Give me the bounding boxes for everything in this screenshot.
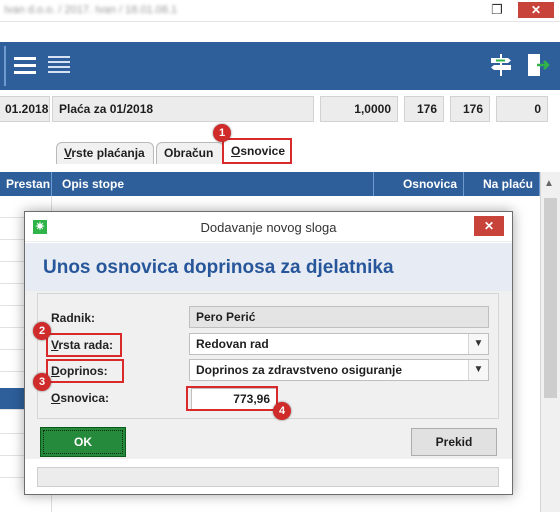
dialog-status-bar xyxy=(37,467,499,487)
main-toolbar xyxy=(0,42,560,90)
osnovica-hotkey: O xyxy=(51,391,61,405)
ok-button[interactable]: OK xyxy=(40,427,126,457)
scroll-up-icon[interactable]: ▲ xyxy=(544,178,554,189)
callout-3: 3 xyxy=(33,373,51,391)
tab-vrste-placanja[interactable]: Vrste plaćanja xyxy=(56,142,154,164)
column-header-na-placu[interactable]: Na plaću xyxy=(464,172,540,196)
tab-obracun[interactable]: Obračun xyxy=(156,142,224,164)
hours-field-b: 176 xyxy=(450,96,490,122)
window-titlebar: Ivan d.o.o. / 2017. Ivan / 18.01.08.1 ❐ … xyxy=(0,0,560,22)
payroll-name-field: Plaća za 01/2018 xyxy=(52,96,314,122)
callout-1: 1 xyxy=(213,124,231,142)
column-header-prestanak[interactable]: Prestan xyxy=(0,172,52,196)
doprinos-value: Doprinos za zdravstveno osiguranje xyxy=(196,363,403,377)
dialog-title: Dodavanje novog sloga xyxy=(200,220,337,235)
radnik-label: Radnik: xyxy=(51,311,96,325)
vrsta-rada-value: Redovan rad xyxy=(196,337,269,351)
callout-4: 4 xyxy=(273,402,291,420)
radnik-field: Pero Perić xyxy=(189,306,489,328)
vertical-scrollbar[interactable]: ▲ xyxy=(540,172,560,512)
tab-label: snovice xyxy=(240,144,286,158)
tab-label-hotkey: O xyxy=(231,144,241,158)
dialog-titlebar: ✷ Dodavanje novog sloga ✕ xyxy=(25,212,512,242)
dialog-close-button[interactable]: ✕ xyxy=(474,216,504,236)
restore-icon[interactable]: ❐ xyxy=(486,2,508,18)
callout-2: 2 xyxy=(33,322,51,340)
payroll-info-row: 01.2018 Plaća za 01/2018 1,0000 176 176 … xyxy=(0,96,560,124)
column-header-osnovica[interactable]: Osnovica xyxy=(374,172,464,196)
osnovica-label: Osnovica: xyxy=(51,391,109,405)
osnovica-label-text: snovica: xyxy=(60,391,110,405)
list-icon[interactable] xyxy=(46,52,72,78)
factor-field: 1,0000 xyxy=(320,96,398,122)
toolbar-separator xyxy=(4,46,6,86)
hamburger-menu-icon[interactable] xyxy=(12,52,38,78)
hours-field-a: 176 xyxy=(404,96,444,122)
chevron-down-icon[interactable]: ▼ xyxy=(468,334,488,354)
tab-label: Obračun xyxy=(164,146,214,160)
dialog-header: Unos osnovica doprinosa za djelatnika xyxy=(25,243,512,291)
dialog-heading: Unos osnovica doprinosa za djelatnika xyxy=(43,257,394,278)
vrsta-rada-highlight xyxy=(46,333,122,357)
tab-label: rste plaćanja xyxy=(71,146,145,160)
chevron-down-icon[interactable]: ▼ xyxy=(468,360,488,380)
window-close-button[interactable]: ✕ xyxy=(518,2,554,18)
osnovica-highlight xyxy=(186,386,278,411)
signpost-icon[interactable] xyxy=(488,52,514,78)
period-field: 01.2018 xyxy=(0,96,50,122)
window-title: Ivan d.o.o. / 2017. Ivan / 18.01.08.1 xyxy=(4,4,178,16)
grid-header: Prestan Opis stope Osnovica Na plaću xyxy=(0,172,540,196)
tab-osnovice[interactable]: Osnovice xyxy=(222,138,292,164)
scroll-thumb[interactable] xyxy=(544,198,557,398)
doprinos-select[interactable]: Doprinos za zdravstveno osiguranje ▼ xyxy=(189,359,489,381)
count-field: 0 xyxy=(496,96,548,122)
column-header-opis-stope[interactable]: Opis stope xyxy=(56,172,374,196)
doprinos-highlight xyxy=(46,359,124,383)
exit-door-icon[interactable] xyxy=(524,52,550,78)
vrsta-rada-select[interactable]: Redovan rad ▼ xyxy=(189,333,489,355)
cancel-button[interactable]: Prekid xyxy=(411,428,497,456)
